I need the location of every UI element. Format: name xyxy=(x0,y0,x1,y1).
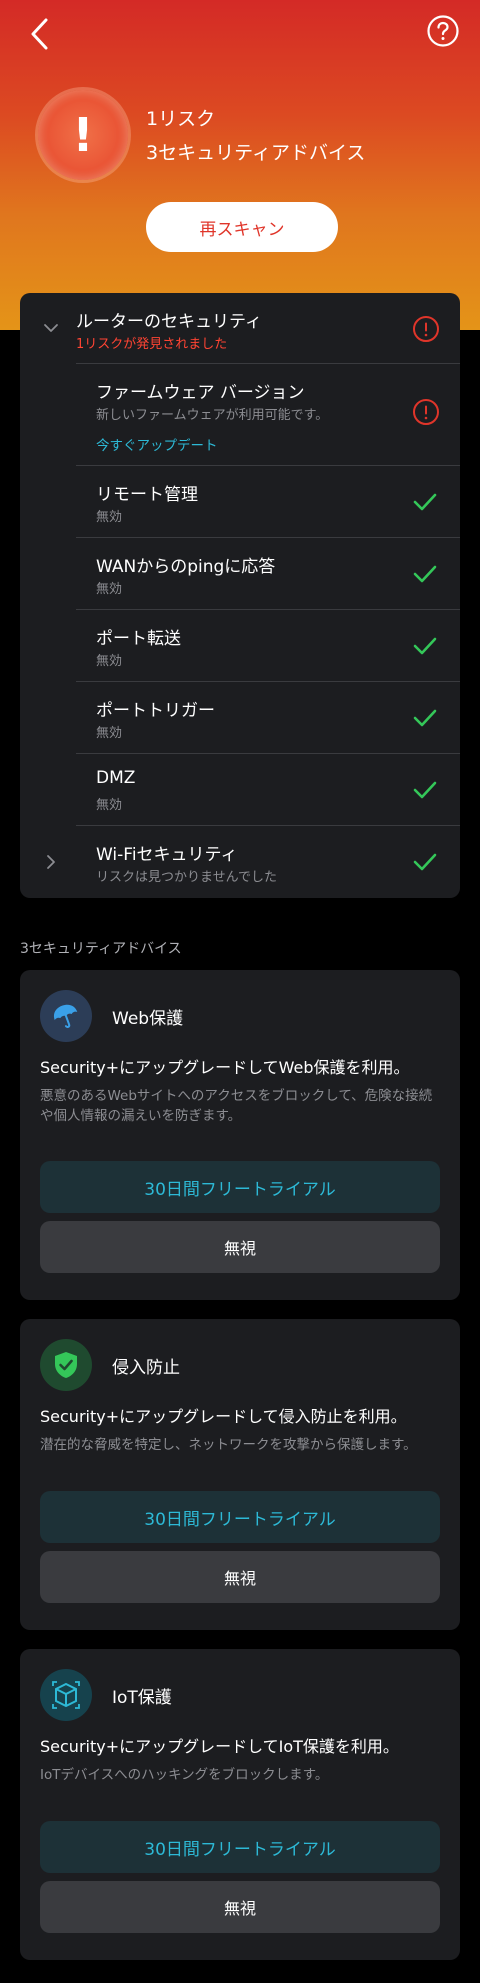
list-item-wan-ping: WANからのpingに応答 無効 xyxy=(76,537,460,609)
free-trial-button[interactable]: 30日間フリートライアル xyxy=(40,1821,440,1873)
iot-cube-icon xyxy=(40,1669,92,1721)
item-subtitle: 無効 xyxy=(96,798,123,813)
risk-alert-badge: ! xyxy=(38,90,128,180)
checkmark-icon xyxy=(413,493,437,511)
advice-headline: Security+にアップグレードしてWeb保護を利用。 xyxy=(40,1058,410,1077)
alert-icon: ! xyxy=(72,108,94,162)
rescan-button[interactable]: 再スキャン xyxy=(146,202,338,252)
advice-title: 侵入防止 xyxy=(112,1358,180,1378)
help-icon xyxy=(427,15,459,47)
item-title: ポート転送 xyxy=(96,629,181,649)
advice-count: 3セキュリティアドバイス xyxy=(146,142,366,164)
ignore-button[interactable]: 無視 xyxy=(40,1551,440,1603)
update-now-link[interactable]: 今すぐアップデート xyxy=(96,434,218,454)
item-subtitle: 無効 xyxy=(96,654,123,669)
advice-description: IoTデバイスへのハッキングをブロックします。 xyxy=(40,1767,329,1783)
free-trial-button[interactable]: 30日間フリートライアル xyxy=(40,1161,440,1213)
item-subtitle: 無効 xyxy=(96,726,123,741)
umbrella-icon xyxy=(40,990,92,1042)
list-item-port-trigger: ポートトリガー 無効 xyxy=(76,681,460,753)
checkmark-icon xyxy=(413,781,437,799)
item-subtitle: リスクは見つかりませんでした xyxy=(96,870,277,885)
risk-count: 1リスク xyxy=(146,108,216,130)
warning-icon xyxy=(413,399,439,425)
checkmark-icon xyxy=(413,709,437,727)
chevron-down-icon xyxy=(44,324,58,332)
checkmark-icon xyxy=(413,565,437,583)
item-title: ポートトリガー xyxy=(96,701,215,721)
chevron-right-icon[interactable] xyxy=(42,853,60,871)
ignore-button[interactable]: 無視 xyxy=(40,1881,440,1933)
warning-icon xyxy=(413,316,439,342)
item-title: WANからのpingに応答 xyxy=(96,557,276,577)
advice-card-iot-protection: IoT保護 Security+にアップグレードしてIoT保護を利用。 IoTデバ… xyxy=(20,1649,460,1960)
list-item-port-forwarding: ポート転送 無効 xyxy=(76,609,460,681)
item-subtitle: 無効 xyxy=(96,510,123,525)
checkmark-icon xyxy=(413,637,437,655)
advice-card-intrusion-prevention: 侵入防止 Security+にアップグレードして侵入防止を利用。 潜在的な脅威を… xyxy=(20,1319,460,1630)
item-title: DMZ xyxy=(96,768,136,788)
item-title: ファームウェア バージョン xyxy=(96,383,305,403)
checkmark-icon xyxy=(413,853,437,871)
router-risk-summary: 1リスクが発見されました xyxy=(76,337,228,352)
list-item-remote-management: リモート管理 無効 xyxy=(76,465,460,537)
router-security-card: ルーターのセキュリティ 1リスクが発見されました ファームウェア バージョン 新… xyxy=(20,293,460,898)
hero-header: ! 1リスク 3セキュリティアドバイス 再スキャン xyxy=(0,0,480,330)
advice-title: Web保護 xyxy=(112,1009,184,1029)
advice-card-web-protection: Web保護 Security+にアップグレードしてWeb保護を利用。 悪意のある… xyxy=(20,970,460,1300)
item-subtitle: 新しいファームウェアが利用可能です。 xyxy=(96,408,329,423)
item-title: リモート管理 xyxy=(96,485,198,505)
advice-section-title: 3セキュリティアドバイス xyxy=(20,941,182,957)
router-security-title: ルーターのセキュリティ xyxy=(76,312,262,332)
back-button[interactable] xyxy=(26,16,56,52)
advice-headline: Security+にアップグレードして侵入防止を利用。 xyxy=(40,1407,407,1426)
item-title: Wi-Fiセキュリティ xyxy=(96,845,238,865)
advice-headline: Security+にアップグレードしてIoT保護を利用。 xyxy=(40,1737,399,1756)
item-subtitle: 無効 xyxy=(96,582,123,597)
back-arrow-icon xyxy=(31,18,48,50)
ignore-button[interactable]: 無視 xyxy=(40,1221,440,1273)
help-button[interactable] xyxy=(426,14,460,48)
list-item-wifi-security[interactable]: Wi-Fiセキュリティ リスクは見つかりませんでした xyxy=(76,825,460,898)
router-security-header[interactable]: ルーターのセキュリティ 1リスクが発見されました xyxy=(20,293,460,363)
free-trial-button[interactable]: 30日間フリートライアル xyxy=(40,1491,440,1543)
list-item-firmware[interactable]: ファームウェア バージョン 新しいファームウェアが利用可能です。 今すぐアップデ… xyxy=(76,363,460,465)
advice-description: 潜在的な脅威を特定し、ネットワークを攻撃から保護します。 xyxy=(40,1437,417,1453)
list-item-dmz: DMZ 無効 xyxy=(76,753,460,825)
shield-check-icon xyxy=(40,1339,92,1391)
advice-description: 悪意のあるWebサイトへのアクセスをブロックして、危険な接続や個人情報の漏えいを… xyxy=(40,1088,433,1124)
advice-title: IoT保護 xyxy=(112,1688,172,1708)
